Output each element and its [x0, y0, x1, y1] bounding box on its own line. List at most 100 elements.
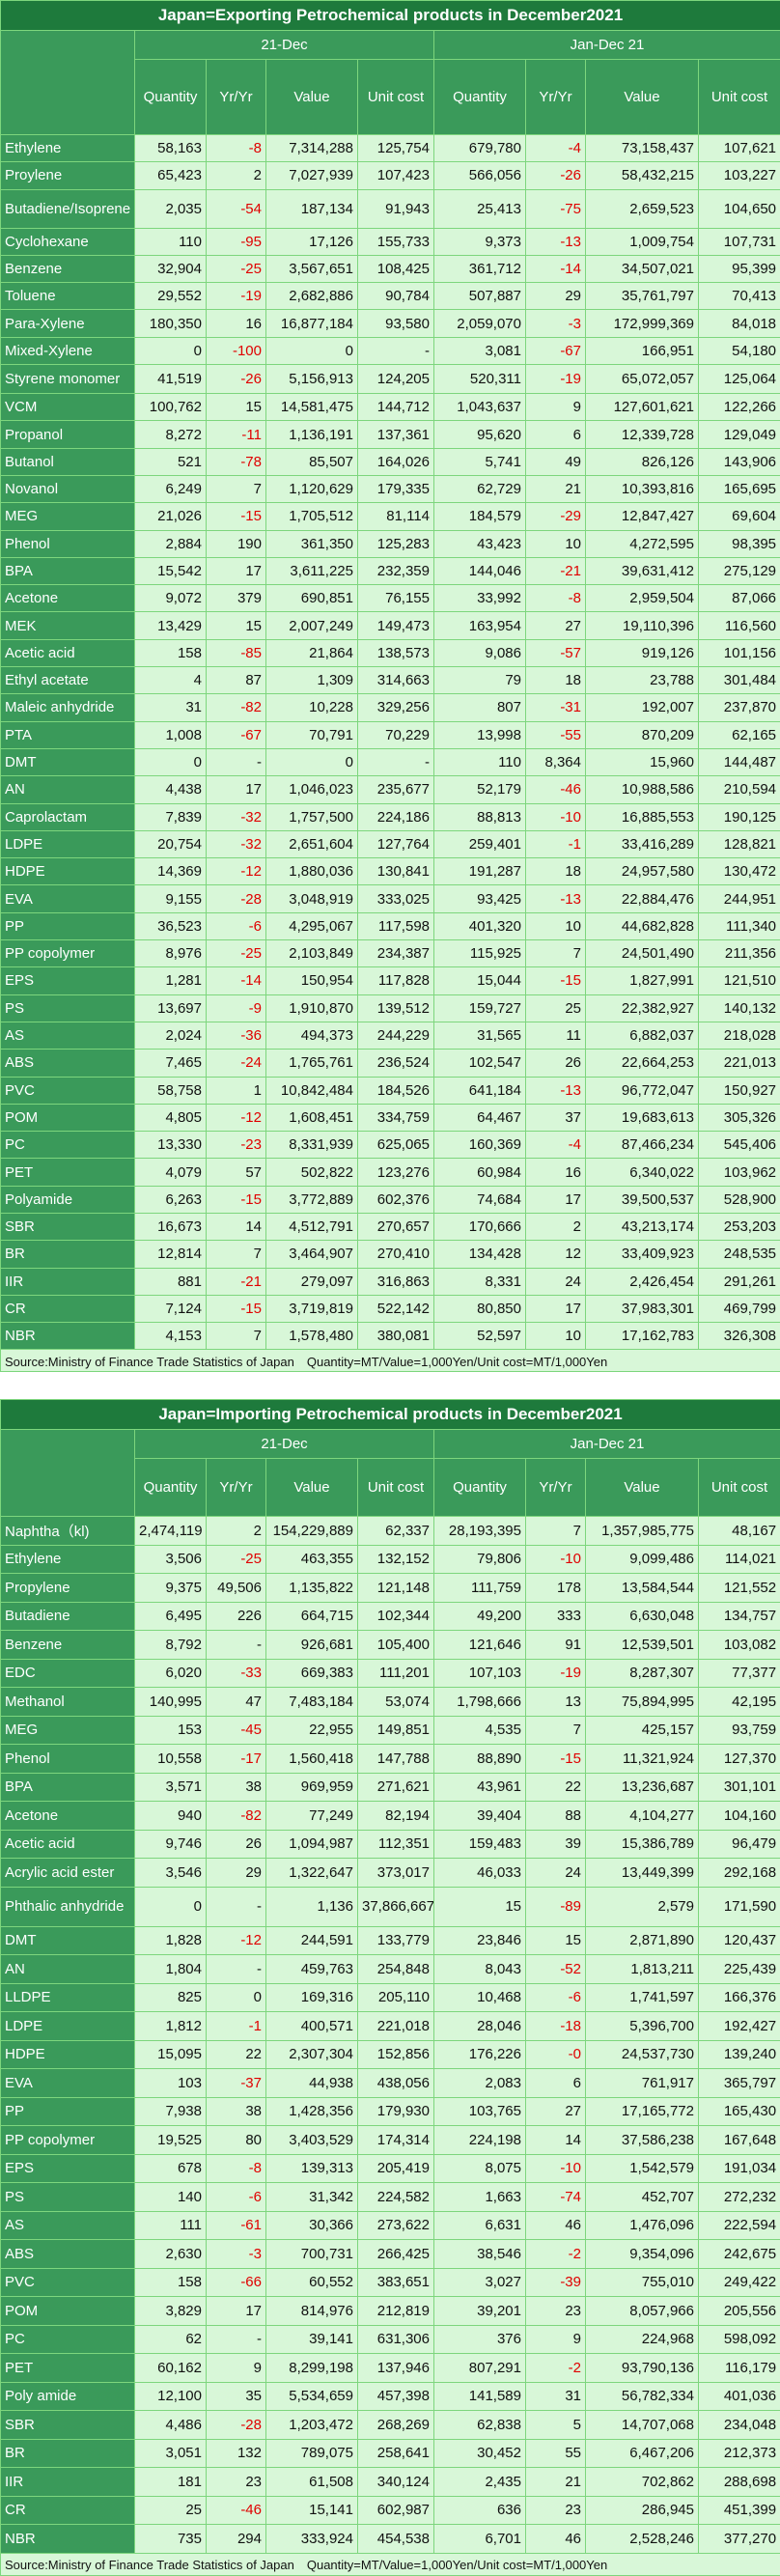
table-cell: 29 [207, 1859, 266, 1888]
product-name: Acetone [1, 585, 135, 612]
table-row: PP36,523-64,295,067117,598401,3201044,68… [1, 912, 780, 939]
table-row: PC62-39,141631,3063769224,968598,092 [1, 2325, 780, 2354]
table-row: HDPE15,095222,307,304152,856176,226-024,… [1, 2040, 780, 2069]
table-cell: 881 [135, 1268, 207, 1295]
column-header: Value [266, 60, 358, 135]
table-cell: 7 [207, 1241, 266, 1268]
table-cell: 25,413 [434, 189, 526, 228]
table-cell: 5,396,700 [586, 2012, 699, 2041]
table-cell: 7,839 [135, 803, 207, 830]
table-cell: 22,664,253 [586, 1050, 699, 1077]
table-row: Acetone940-8277,24982,19439,404884,104,2… [1, 1802, 780, 1831]
product-name: HDPE [1, 2040, 135, 2069]
table-cell: 15 [434, 1887, 526, 1926]
table-cell: 12,339,728 [586, 421, 699, 448]
table-row: PVC58,758110,842,484184,526641,184-1396,… [1, 1077, 780, 1104]
table-cell: 1,476,096 [586, 2211, 699, 2240]
table-cell: 266,425 [358, 2240, 434, 2269]
table-row: Propylene9,37549,5061,135,822121,148111,… [1, 1574, 780, 1603]
table-cell: 1,428,356 [266, 2097, 358, 2126]
table-cell: 0 [135, 748, 207, 775]
table-cell: -66 [207, 2268, 266, 2297]
table-cell: 0 [266, 748, 358, 775]
table-cell: 88,813 [434, 803, 526, 830]
table-cell: -75 [526, 189, 586, 228]
table-cell: 17 [526, 1186, 586, 1213]
table-cell: 224,582 [358, 2183, 434, 2212]
table-cell: 566,056 [434, 162, 526, 189]
table-row: Butadiene/Isoprene2,035-54187,13491,9432… [1, 189, 780, 228]
table-cell: 170,666 [434, 1213, 526, 1240]
table-cell: 96,479 [699, 1830, 780, 1859]
table-cell: 15 [207, 612, 266, 639]
table-cell: -82 [207, 694, 266, 721]
table-cell: 2,474,119 [135, 1517, 207, 1546]
table-row: PET60,16298,299,198137,946807,291-293,79… [1, 2354, 780, 2383]
table-cell: 1,136,191 [266, 421, 358, 448]
product-name: Phenol [1, 1745, 135, 1774]
column-header: Unit cost [699, 1459, 780, 1517]
table-cell: 2 [526, 1213, 586, 1240]
table-cell: 98,395 [699, 530, 780, 557]
table-cell: 152,856 [358, 2040, 434, 2069]
table-row: Butadiene6,495226664,715102,34449,200333… [1, 1602, 780, 1631]
table-cell: 376 [434, 2325, 526, 2354]
table-cell: 46 [526, 2211, 586, 2240]
table-cell: 48,167 [699, 1517, 780, 1546]
table-cell: 33,416,289 [586, 830, 699, 857]
table-cell: -19 [207, 283, 266, 310]
table-cell: 121,510 [699, 967, 780, 994]
table-cell: 81,114 [358, 503, 434, 530]
table-cell: 60,162 [135, 2354, 207, 2383]
table-cell: 3,506 [135, 1545, 207, 1574]
table-cell: 690,851 [266, 585, 358, 612]
table-cell: 121,646 [434, 1631, 526, 1660]
table-cell: 28,046 [434, 2012, 526, 2041]
import-rows: Naphtha（kl)2,474,1192154,229,88962,33728… [1, 1517, 780, 2554]
table-cell: -25 [207, 255, 266, 282]
table-cell: 49 [526, 448, 586, 475]
table-cell: 13 [526, 1688, 586, 1717]
table-cell: 1,542,579 [586, 2154, 699, 2183]
table-cell: 4 [135, 667, 207, 694]
table-cell: 631,306 [358, 2325, 434, 2354]
table-cell: 17,126 [266, 228, 358, 255]
table-cell: -6 [207, 2183, 266, 2212]
table-cell: 80 [207, 2126, 266, 2155]
table-cell: 2,307,304 [266, 2040, 358, 2069]
table-cell: 43,961 [434, 1773, 526, 1802]
table-row: Acetic acid158-8521,864138,5739,086-5791… [1, 639, 780, 666]
table-cell: 3,403,529 [266, 2126, 358, 2155]
table-cell: 31 [135, 694, 207, 721]
table-cell: 1,578,480 [266, 1323, 358, 1350]
table-cell: 1,608,451 [266, 1104, 358, 1131]
table-row: LDPE1,812-1400,571221,01828,046-185,396,… [1, 2012, 780, 2041]
table-cell: -28 [207, 885, 266, 912]
table-cell: 2,024 [135, 1022, 207, 1049]
table-cell: 122,266 [699, 394, 780, 421]
table-cell: -9 [207, 994, 266, 1022]
table-cell: -46 [526, 776, 586, 803]
table-cell: 191,034 [699, 2154, 780, 2183]
table-cell: 22,955 [266, 1716, 358, 1745]
table-cell: 4,272,595 [586, 530, 699, 557]
table-cell: 3,611,225 [266, 557, 358, 584]
table-cell: 70,791 [266, 721, 358, 748]
product-name: PS [1, 2183, 135, 2212]
table-cell: 9 [526, 2325, 586, 2354]
table-cell: -15 [526, 967, 586, 994]
table-cell: 17,162,783 [586, 1323, 699, 1350]
table-cell: 602,376 [358, 1186, 434, 1213]
table-cell: 117,828 [358, 967, 434, 994]
product-name: IIR [1, 2468, 135, 2497]
table-cell: 42,195 [699, 1688, 780, 1717]
table-cell: 279,097 [266, 1268, 358, 1295]
table-cell: 1,757,500 [266, 803, 358, 830]
export-corner [1, 31, 135, 135]
table-cell: 155,733 [358, 228, 434, 255]
table-cell: 46 [526, 2525, 586, 2554]
table-cell: -26 [526, 162, 586, 189]
table-cell: 121,552 [699, 1574, 780, 1603]
import-period-month: 21-Dec [135, 1430, 434, 1459]
table-cell: -89 [526, 1887, 586, 1926]
